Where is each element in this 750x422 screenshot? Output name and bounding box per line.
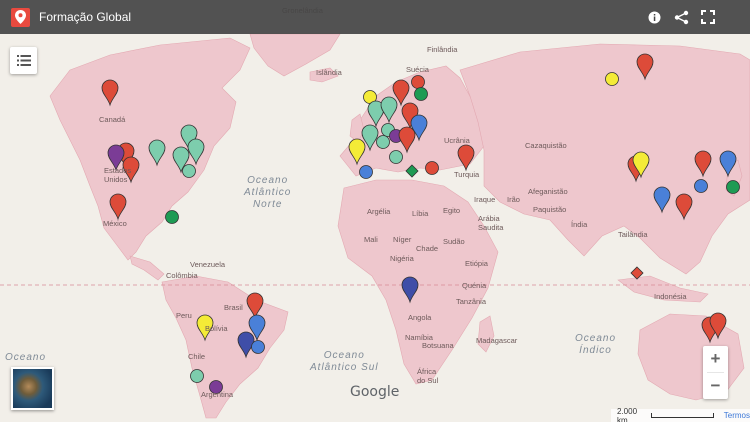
list-icon xyxy=(16,55,31,66)
scale-bar: 2.000 km Termos xyxy=(611,406,750,422)
satellite-view-toggle[interactable] xyxy=(11,367,54,410)
ocean-label-atlantico-norte: Oceano Atlântico Norte xyxy=(244,175,292,210)
info-icon[interactable] xyxy=(646,9,662,25)
map-marker-blue-dot[interactable] xyxy=(359,165,373,179)
map-marker-yellow-dot[interactable] xyxy=(605,72,619,86)
legend-toggle-button[interactable] xyxy=(10,47,37,74)
scale-label: 2.000 km xyxy=(617,406,638,422)
map-canvas[interactable]: Gronelândia Islândia Finlândia Suécia Ca… xyxy=(0,0,750,422)
map-marker-red-dot[interactable] xyxy=(411,75,425,89)
map-marker-green-dot[interactable] xyxy=(414,87,428,101)
map-marker-teal-dot[interactable] xyxy=(190,369,204,383)
google-logo: Google xyxy=(350,384,400,400)
map-marker-red-pin[interactable] xyxy=(457,144,475,172)
map-marker-green-dot[interactable] xyxy=(726,180,740,194)
map-marker-red-dot[interactable] xyxy=(425,161,439,175)
ocean-label-left: Oceano xyxy=(5,352,47,363)
map-marker-teal-dot[interactable] xyxy=(389,150,403,164)
zoom-in-button[interactable]: + xyxy=(703,346,728,372)
map-marker-teal-dot[interactable] xyxy=(182,164,196,178)
map-header-bar: Formação Global xyxy=(0,0,750,34)
map-marker-teal-dot[interactable] xyxy=(376,135,390,149)
map-marker-green-dot[interactable] xyxy=(165,210,179,224)
map-marker-blue-dot[interactable] xyxy=(251,340,265,354)
zoom-controls: + − xyxy=(703,346,728,399)
ocean-label-indico: Oceano Índico xyxy=(575,333,617,356)
scale-line xyxy=(651,413,714,418)
map-marker-blue-dot[interactable] xyxy=(694,179,708,193)
map-pin-logo-icon xyxy=(11,7,30,27)
zoom-out-button[interactable]: − xyxy=(703,373,728,399)
terms-link[interactable]: Termos xyxy=(724,411,750,420)
map-marker-purple-dot[interactable] xyxy=(209,380,223,394)
map-title[interactable]: Formação Global xyxy=(39,10,131,24)
ocean-label-atlantico-sul: Oceano Atlântico Sul xyxy=(310,350,379,373)
fullscreen-icon[interactable] xyxy=(700,9,716,25)
share-icon[interactable] xyxy=(673,9,689,25)
